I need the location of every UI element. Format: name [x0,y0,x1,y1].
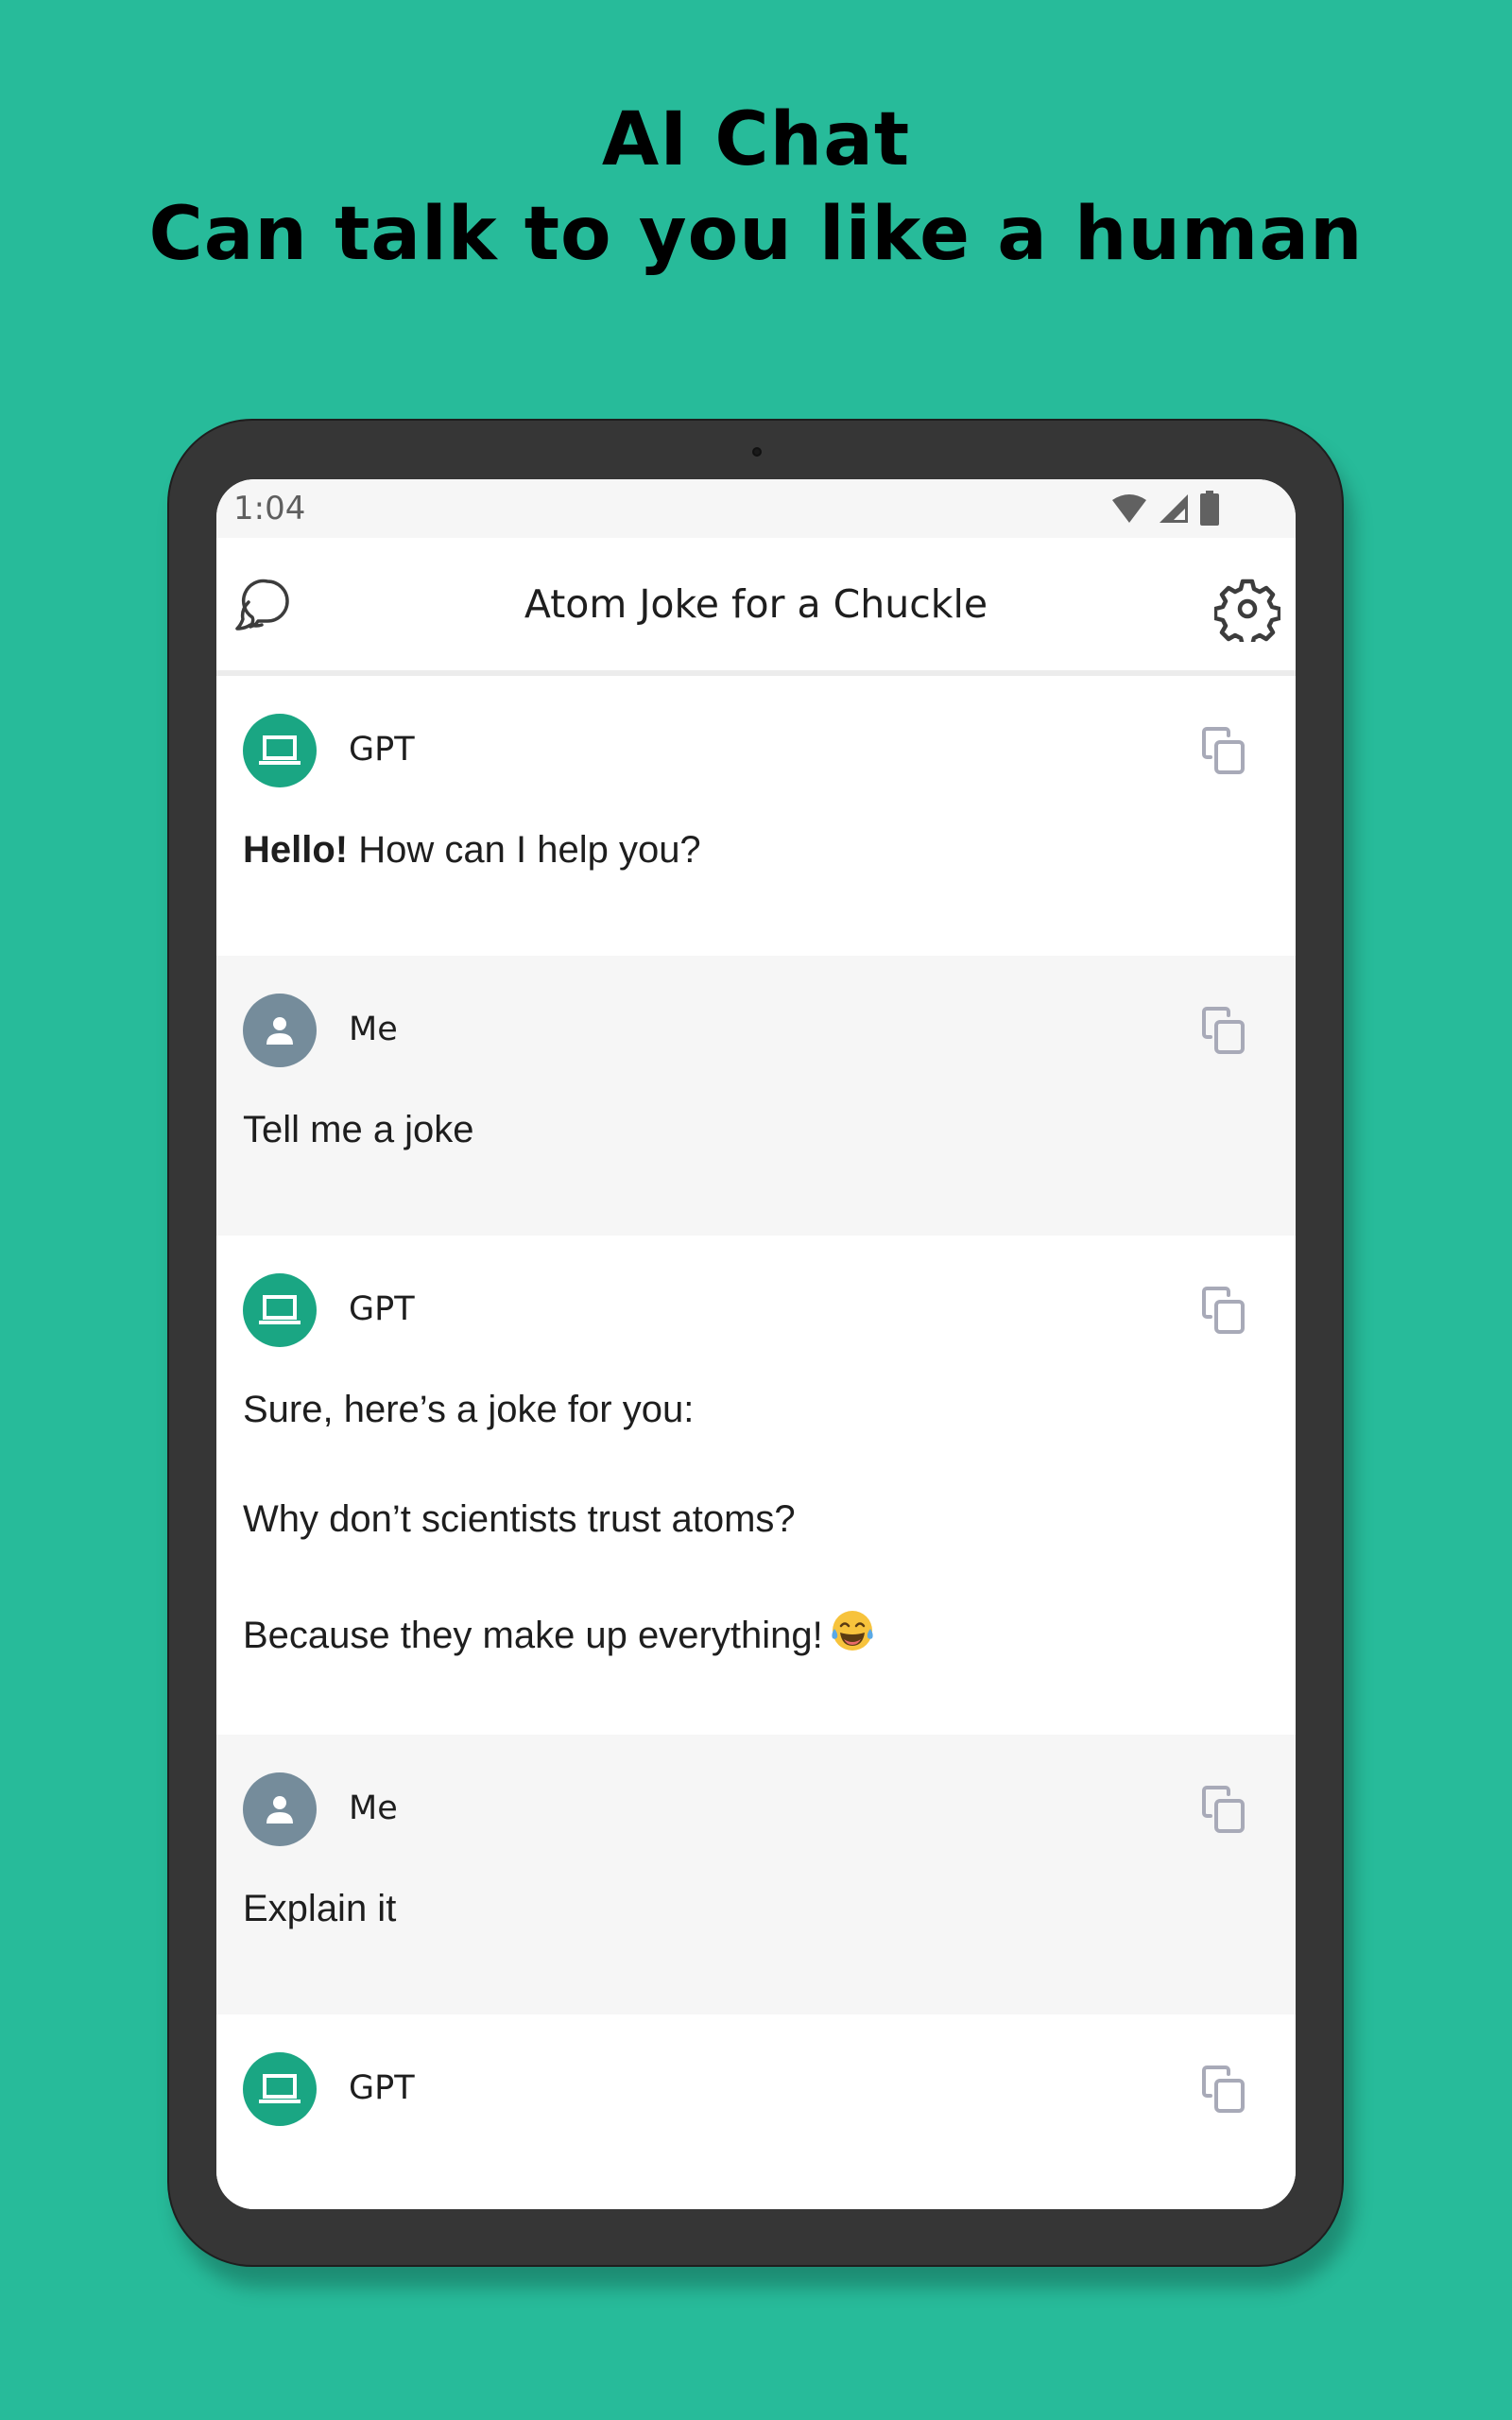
user-avatar [243,1772,317,1846]
sender-name: Me [349,1789,398,1827]
copy-icon[interactable] [1195,1283,1252,1340]
message-text: Explain it [243,1888,397,1929]
battery-icon [1200,491,1219,526]
copy-icon[interactable] [1195,1782,1252,1839]
message-text: Sure, here’s a joke for you: [243,1389,695,1430]
message-body: Explain it [216,1886,1296,1931]
laptop-icon [259,1295,301,1324]
sender-name: GPT [349,731,415,769]
message-item: Me Tell me a joke [216,956,1296,1236]
laptop-icon [259,2074,301,2103]
tablet-frame: 1:04 Atom Joke for a Chuckle GPT Hello! … [167,419,1344,2267]
face-with-tears-of-joy-emoji [832,1611,873,1651]
headline-title: AI Chat [601,97,911,182]
sender-name: Me [349,1011,398,1048]
headline-subtitle: Can talk to you like a human [148,192,1364,277]
sender-name: GPT [349,1290,415,1328]
status-bar: 1:04 [216,479,1296,538]
cellular-signal-icon [1160,494,1188,523]
message-text: Why don’t scientists trust atoms? [243,1498,796,1540]
message-bold-text: Hello! [243,829,349,871]
message-text: Tell me a joke [243,1109,474,1150]
status-time: 1:04 [233,490,306,527]
laptop-icon [259,735,301,765]
sender-name: GPT [349,2069,415,2107]
message-body: Tell me a joke [216,1107,1296,1152]
user-avatar [243,994,317,1067]
message-item: GPT Hello! How can I help you? [216,676,1296,956]
message-list: GPT Hello! How can I help you? Me Tell m… [216,676,1296,2209]
person-icon [266,1796,293,1824]
chat-bubbles-icon[interactable] [235,576,296,636]
wifi-icon [1112,494,1146,523]
front-camera [752,447,762,457]
bot-avatar [243,1273,317,1347]
person-icon [266,1017,293,1045]
message-item: GPT Sure, here’s a joke for you: Why don… [216,1236,1296,1735]
message-body: Sure, here’s a joke for you: Why don’t s… [216,1387,1296,1658]
message-item: Me Explain it [216,1735,1296,2014]
copy-icon[interactable] [1195,2062,1252,2118]
app-screen: 1:04 Atom Joke for a Chuckle GPT Hello! … [216,479,1296,2209]
gear-icon[interactable] [1214,576,1280,642]
message-text: Because they make up everything! [243,1615,823,1656]
message-item: GPT [216,2014,1296,2209]
promo-headline: AI Chat Can talk to you like a human [0,93,1512,282]
copy-icon[interactable] [1195,1003,1252,1060]
app-bar: Atom Joke for a Chuckle [216,538,1296,676]
bot-avatar [243,714,317,787]
conversation-title: Atom Joke for a Chuckle [524,581,988,627]
bot-avatar [243,2052,317,2126]
copy-icon[interactable] [1195,723,1252,780]
message-body: Hello! How can I help you? [216,827,1296,873]
message-text: How can I help you? [348,829,701,871]
